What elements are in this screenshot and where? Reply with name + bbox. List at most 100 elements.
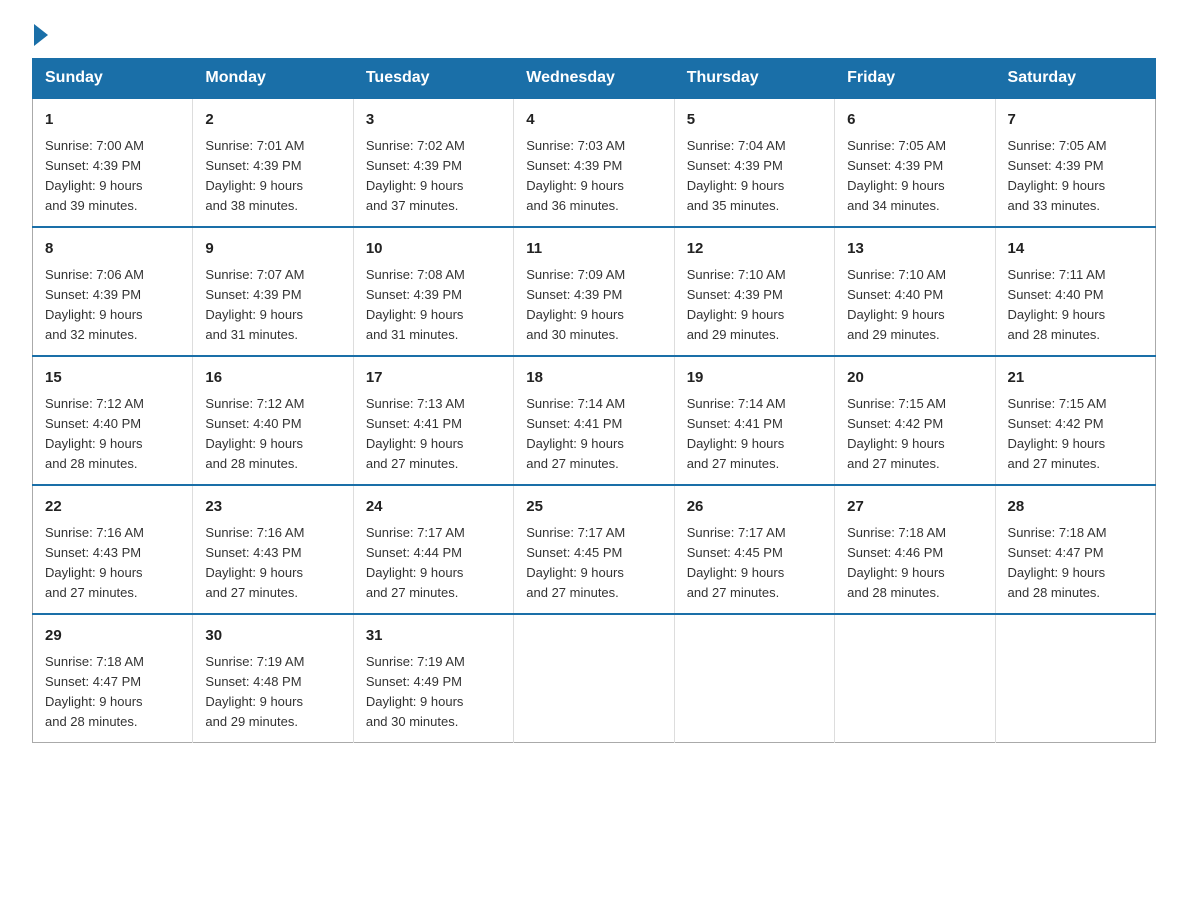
calendar-table: SundayMondayTuesdayWednesdayThursdayFrid… (32, 58, 1156, 743)
day-info: Sunrise: 7:11 AMSunset: 4:40 PMDaylight:… (1008, 265, 1143, 346)
calendar-week-row: 1 Sunrise: 7:00 AMSunset: 4:39 PMDaylight… (33, 98, 1156, 227)
day-number: 22 (45, 496, 180, 519)
day-number: 17 (366, 367, 501, 390)
day-number: 14 (1008, 238, 1143, 261)
day-info: Sunrise: 7:15 AMSunset: 4:42 PMDaylight:… (847, 394, 982, 475)
calendar-cell: 6 Sunrise: 7:05 AMSunset: 4:39 PMDaylight… (835, 98, 995, 227)
calendar-week-row: 29 Sunrise: 7:18 AMSunset: 4:47 PMDayligh… (33, 614, 1156, 743)
day-number: 16 (205, 367, 340, 390)
day-info: Sunrise: 7:13 AMSunset: 4:41 PMDaylight:… (366, 394, 501, 475)
calendar-cell (674, 614, 834, 743)
day-info: Sunrise: 7:06 AMSunset: 4:39 PMDaylight:… (45, 265, 180, 346)
day-number: 15 (45, 367, 180, 390)
calendar-cell: 8 Sunrise: 7:06 AMSunset: 4:39 PMDaylight… (33, 227, 193, 356)
calendar-cell: 1 Sunrise: 7:00 AMSunset: 4:39 PMDaylight… (33, 98, 193, 227)
day-number: 12 (687, 238, 822, 261)
day-number: 26 (687, 496, 822, 519)
day-info: Sunrise: 7:08 AMSunset: 4:39 PMDaylight:… (366, 265, 501, 346)
calendar-week-row: 8 Sunrise: 7:06 AMSunset: 4:39 PMDaylight… (33, 227, 1156, 356)
header-day-monday: Monday (193, 59, 353, 99)
day-number: 18 (526, 367, 661, 390)
calendar-cell: 29 Sunrise: 7:18 AMSunset: 4:47 PMDayligh… (33, 614, 193, 743)
day-info: Sunrise: 7:18 AMSunset: 4:47 PMDaylight:… (45, 652, 180, 733)
header-day-tuesday: Tuesday (353, 59, 513, 99)
day-info: Sunrise: 7:05 AMSunset: 4:39 PMDaylight:… (1008, 136, 1143, 217)
calendar-cell: 5Sunrise: 7:04 AMSunset: 4:39 PMDaylight… (674, 98, 834, 227)
day-number: 8 (45, 238, 180, 261)
day-info: Sunrise: 7:12 AMSunset: 4:40 PMDaylight:… (205, 394, 340, 475)
page-header (32, 24, 1156, 42)
day-number: 2 (205, 109, 340, 132)
calendar-cell: 9 Sunrise: 7:07 AMSunset: 4:39 PMDaylight… (193, 227, 353, 356)
day-number: 3 (366, 109, 501, 132)
calendar-cell: 24Sunrise: 7:17 AMSunset: 4:44 PMDayligh… (353, 485, 513, 614)
header-day-friday: Friday (835, 59, 995, 99)
calendar-week-row: 15 Sunrise: 7:12 AMSunset: 4:40 PMDayligh… (33, 356, 1156, 485)
calendar-cell (835, 614, 995, 743)
day-info: Sunrise: 7:01 AMSunset: 4:39 PMDaylight:… (205, 136, 340, 217)
calendar-cell (995, 614, 1155, 743)
calendar-cell: 28 Sunrise: 7:18 AMSunset: 4:47 PMDayligh… (995, 485, 1155, 614)
calendar-cell: 30 Sunrise: 7:19 AMSunset: 4:48 PMDayligh… (193, 614, 353, 743)
day-info: Sunrise: 7:19 AMSunset: 4:48 PMDaylight:… (205, 652, 340, 733)
calendar-cell: 15 Sunrise: 7:12 AMSunset: 4:40 PMDayligh… (33, 356, 193, 485)
logo-arrow-icon (34, 24, 48, 46)
calendar-header-row: SundayMondayTuesdayWednesdayThursdayFrid… (33, 59, 1156, 99)
day-number: 28 (1008, 496, 1143, 519)
calendar-cell: 7 Sunrise: 7:05 AMSunset: 4:39 PMDaylight… (995, 98, 1155, 227)
header-day-thursday: Thursday (674, 59, 834, 99)
day-info: Sunrise: 7:18 AMSunset: 4:46 PMDaylight:… (847, 523, 982, 604)
day-number: 7 (1008, 109, 1143, 132)
logo (32, 24, 48, 42)
day-info: Sunrise: 7:17 AMSunset: 4:45 PMDaylight:… (687, 523, 822, 604)
calendar-cell: 31 Sunrise: 7:19 AMSunset: 4:49 PMDayligh… (353, 614, 513, 743)
calendar-cell: 18 Sunrise: 7:14 AMSunset: 4:41 PMDayligh… (514, 356, 674, 485)
calendar-cell: 23Sunrise: 7:16 AMSunset: 4:43 PMDayligh… (193, 485, 353, 614)
day-info: Sunrise: 7:19 AMSunset: 4:49 PMDaylight:… (366, 652, 501, 733)
calendar-cell: 16 Sunrise: 7:12 AMSunset: 4:40 PMDayligh… (193, 356, 353, 485)
calendar-cell: 22 Sunrise: 7:16 AMSunset: 4:43 PMDayligh… (33, 485, 193, 614)
day-info: Sunrise: 7:14 AMSunset: 4:41 PMDaylight:… (687, 394, 822, 475)
day-number: 24 (366, 496, 501, 519)
calendar-cell: 25 Sunrise: 7:17 AMSunset: 4:45 PMDayligh… (514, 485, 674, 614)
day-info: Sunrise: 7:18 AMSunset: 4:47 PMDaylight:… (1008, 523, 1143, 604)
calendar-cell: 3 Sunrise: 7:02 AMSunset: 4:39 PMDaylight… (353, 98, 513, 227)
day-number: 31 (366, 625, 501, 648)
day-number: 19 (687, 367, 822, 390)
day-number: 23 (205, 496, 340, 519)
calendar-cell: 12 Sunrise: 7:10 AMSunset: 4:39 PMDayligh… (674, 227, 834, 356)
day-info: Sunrise: 7:02 AMSunset: 4:39 PMDaylight:… (366, 136, 501, 217)
day-number: 30 (205, 625, 340, 648)
day-number: 9 (205, 238, 340, 261)
calendar-week-row: 22 Sunrise: 7:16 AMSunset: 4:43 PMDayligh… (33, 485, 1156, 614)
day-info: Sunrise: 7:10 AMSunset: 4:39 PMDaylight:… (687, 265, 822, 346)
day-number: 27 (847, 496, 982, 519)
calendar-cell: 10 Sunrise: 7:08 AMSunset: 4:39 PMDayligh… (353, 227, 513, 356)
day-info: Sunrise: 7:14 AMSunset: 4:41 PMDaylight:… (526, 394, 661, 475)
day-info: Sunrise: 7:17 AMSunset: 4:45 PMDaylight:… (526, 523, 661, 604)
day-number: 4 (526, 109, 661, 132)
calendar-cell: 20Sunrise: 7:15 AMSunset: 4:42 PMDayligh… (835, 356, 995, 485)
day-number: 6 (847, 109, 982, 132)
header-day-saturday: Saturday (995, 59, 1155, 99)
day-info: Sunrise: 7:16 AMSunset: 4:43 PMDaylight:… (45, 523, 180, 604)
day-number: 13 (847, 238, 982, 261)
calendar-cell: 21Sunrise: 7:15 AMSunset: 4:42 PMDayligh… (995, 356, 1155, 485)
day-info: Sunrise: 7:12 AMSunset: 4:40 PMDaylight:… (45, 394, 180, 475)
calendar-cell: 2 Sunrise: 7:01 AMSunset: 4:39 PMDaylight… (193, 98, 353, 227)
day-number: 11 (526, 238, 661, 261)
day-number: 21 (1008, 367, 1143, 390)
calendar-cell: 14 Sunrise: 7:11 AMSunset: 4:40 PMDayligh… (995, 227, 1155, 356)
header-day-sunday: Sunday (33, 59, 193, 99)
day-number: 29 (45, 625, 180, 648)
calendar-cell: 4Sunrise: 7:03 AMSunset: 4:39 PMDaylight… (514, 98, 674, 227)
header-day-wednesday: Wednesday (514, 59, 674, 99)
day-number: 25 (526, 496, 661, 519)
day-number: 10 (366, 238, 501, 261)
day-info: Sunrise: 7:09 AMSunset: 4:39 PMDaylight:… (526, 265, 661, 346)
day-number: 1 (45, 109, 180, 132)
day-info: Sunrise: 7:07 AMSunset: 4:39 PMDaylight:… (205, 265, 340, 346)
day-info: Sunrise: 7:05 AMSunset: 4:39 PMDaylight:… (847, 136, 982, 217)
day-info: Sunrise: 7:00 AMSunset: 4:39 PMDaylight:… (45, 136, 180, 217)
calendar-cell: 27 Sunrise: 7:18 AMSunset: 4:46 PMDayligh… (835, 485, 995, 614)
